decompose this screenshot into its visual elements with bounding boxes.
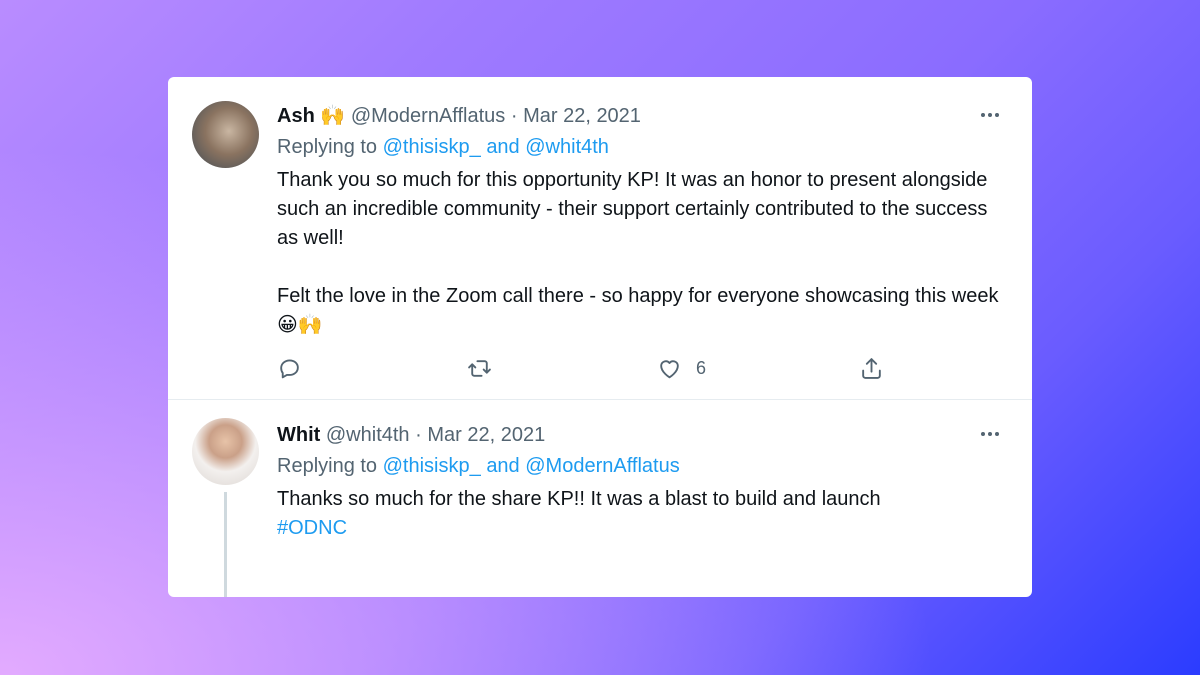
and-text: and <box>486 455 520 477</box>
tweet-paragraph: Thanks so much for the share KP!! It was… <box>277 488 881 510</box>
mention-link[interactable]: @thisiskp_ <box>383 136 481 158</box>
more-icon[interactable] <box>978 422 1002 446</box>
tweet-date[interactable]: Mar 22, 2021 <box>427 424 545 446</box>
retweet-button[interactable] <box>467 356 492 381</box>
tweet-paragraph: Thank you so much for this opportunity K… <box>277 169 988 249</box>
tweet-emoji: 😀🙌 <box>277 314 323 336</box>
like-button[interactable]: 6 <box>657 356 706 381</box>
avatar[interactable] <box>192 101 259 168</box>
display-name[interactable]: Ash <box>277 105 315 127</box>
and-text: and <box>486 136 520 158</box>
tweet-actions: 6 <box>277 356 1008 382</box>
tweet-paragraph-text: Felt the love in the Zoom call there - s… <box>277 285 999 307</box>
replying-prefix: Replying to <box>277 136 378 158</box>
mention-link[interactable]: @whit4th <box>525 136 609 158</box>
tweet-paragraph: Felt the love in the Zoom call there - s… <box>277 282 1008 340</box>
retweet-icon <box>468 360 491 377</box>
tweet-date[interactable]: Mar 22, 2021 <box>523 105 641 127</box>
avatar[interactable] <box>192 418 259 485</box>
replying-prefix: Replying to <box>277 455 378 477</box>
thread-line <box>224 492 227 597</box>
share-button[interactable] <box>859 356 884 381</box>
tweet-thread-card: Ash 🙌 @ModernAfflatus · Mar 22, 2021 Rep… <box>168 77 1032 597</box>
tweet-header: Ash 🙌 @ModernAfflatus · Mar 22, 2021 <box>277 103 1008 129</box>
like-icon <box>660 360 679 379</box>
tweet-header: Whit @whit4th · Mar 22, 2021 <box>277 422 1008 448</box>
replying-to: Replying to @thisiskp_ and @ModernAfflat… <box>277 453 1008 479</box>
separator: · <box>510 105 518 127</box>
handle[interactable]: @ModernAfflatus <box>351 105 505 127</box>
tweet-content: Whit @whit4th · Mar 22, 2021 Replying to… <box>277 422 1008 543</box>
reply-button[interactable] <box>277 356 302 381</box>
name-emoji: 🙌 <box>320 105 346 127</box>
mention-link[interactable]: @ModernAfflatus <box>525 455 679 477</box>
tweet-text: Thanks so much for the share KP!! It was… <box>277 485 1008 543</box>
mention-link[interactable]: @thisiskp_ <box>383 455 481 477</box>
separator: · <box>415 424 422 446</box>
tweet-content: Ash 🙌 @ModernAfflatus · Mar 22, 2021 Rep… <box>277 103 1008 340</box>
hashtag-link[interactable]: #ODNC <box>277 514 1008 543</box>
reply-icon <box>280 359 299 379</box>
handle[interactable]: @whit4th <box>326 424 410 446</box>
tweet[interactable]: Ash 🙌 @ModernAfflatus · Mar 22, 2021 Rep… <box>168 77 1032 400</box>
share-icon <box>862 358 881 379</box>
more-icon[interactable] <box>978 103 1002 127</box>
like-count: 6 <box>696 358 707 378</box>
tweet-text: Thank you so much for this opportunity K… <box>277 166 1008 340</box>
display-name[interactable]: Whit <box>277 424 320 446</box>
replying-to: Replying to @thisiskp_ and @whit4th <box>277 134 1008 160</box>
tweet[interactable]: Whit @whit4th · Mar 22, 2021 Replying to… <box>168 400 1032 597</box>
